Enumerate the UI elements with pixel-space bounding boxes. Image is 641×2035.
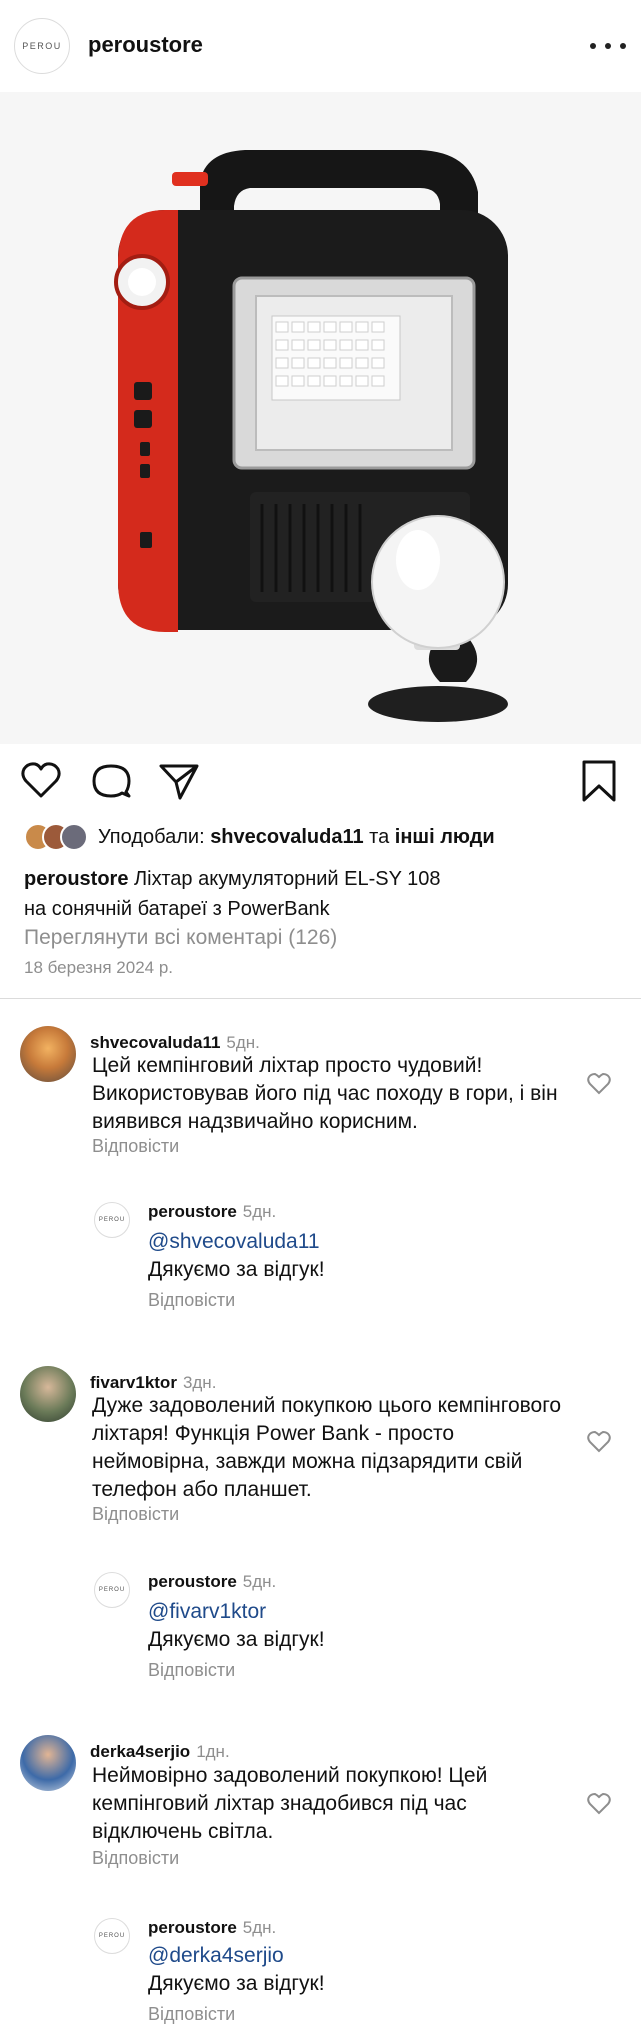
liker-avatar	[60, 823, 88, 851]
reply-text: Дякуємо за відгук!	[148, 1972, 325, 1995]
reply-text: Дякуємо за відгук!	[148, 1258, 325, 1281]
reply-button[interactable]: Відповісти	[92, 1504, 179, 1525]
comment-icon[interactable]	[88, 758, 134, 804]
comment-username-text[interactable]: shvecovaluda11	[90, 1033, 220, 1052]
likes-summary[interactable]: Уподобали: shvecovaluda11 та інші люди	[24, 822, 495, 852]
reply-time: 5дн.	[242, 1572, 277, 1591]
reply-mention[interactable]: @shvecovaluda11	[148, 1228, 320, 1256]
reply-avatar-logo: PEROU	[98, 1217, 126, 1223]
more-horizontal-icon[interactable]	[590, 34, 626, 58]
header-username[interactable]: peroustore	[88, 32, 203, 58]
post-date: 18 березня 2024 р.	[24, 958, 173, 977]
store-avatar[interactable]: PEROU	[14, 18, 70, 74]
reply-avatar-logo: PEROU	[98, 1587, 126, 1593]
reply-avatar[interactable]: PEROU	[94, 1918, 130, 1954]
comment-username[interactable]: derka4serjio 1дн.	[90, 1742, 230, 1762]
view-all-comments-link[interactable]: Переглянути всі коментарі (126)	[24, 926, 337, 950]
reply-avatar-logo: PEROU	[98, 1933, 126, 1939]
send-icon[interactable]	[156, 758, 202, 804]
comment-username[interactable]: shvecovaluda11 5дн.	[90, 1033, 260, 1053]
comment-time: 1дн.	[196, 1742, 230, 1761]
comment-time: 5дн.	[226, 1033, 260, 1052]
reply-text: Дякуємо за відгук!	[148, 1628, 325, 1651]
comment-username[interactable]: fivarv1ktor 3дн.	[90, 1373, 216, 1393]
comment-avatar[interactable]	[20, 1026, 76, 1082]
reply-username-text[interactable]: peroustore	[148, 1572, 237, 1591]
comment-text: Цей кемпінговий ліхтар просто чудовий! В…	[92, 1054, 558, 1133]
reply-username[interactable]: peroustore 5дн.	[148, 1202, 276, 1222]
caption-text-line2: на сонячній батареї з PowerBank	[24, 898, 330, 920]
reply-button[interactable]: Відповісти	[148, 2004, 235, 2025]
comment-text: Неймовірно задоволений покупкою! Цей кем…	[92, 1764, 488, 1843]
reply-time: 5дн.	[242, 1202, 277, 1221]
reply-time: 5дн.	[242, 1918, 277, 1937]
post-header: PEROU peroustore	[0, 0, 641, 92]
comment-like-heart-icon[interactable]	[586, 1430, 612, 1454]
comment-text: Дуже задоволений покупкою цього кемпінго…	[92, 1394, 562, 1501]
caption-text-line1: Ліхтар акумуляторний EL-SY 108	[128, 868, 441, 890]
heart-icon[interactable]	[18, 758, 64, 804]
likes-joiner: та	[363, 825, 395, 848]
post-caption: peroustore Ліхтар акумуляторний EL-SY 10…	[24, 864, 624, 924]
comment-username-text[interactable]: derka4serjio	[90, 1742, 190, 1761]
liker-avatars	[24, 823, 94, 851]
divider	[0, 998, 641, 999]
reply-mention[interactable]: @fivarv1ktor	[148, 1598, 266, 1626]
likes-others[interactable]: інші люди	[395, 826, 495, 848]
comment-time: 3дн.	[182, 1373, 217, 1392]
comment-like-heart-icon[interactable]	[586, 1072, 612, 1096]
reply-button[interactable]: Відповісти	[148, 1290, 235, 1311]
store-logo-text: PEROU	[22, 41, 62, 51]
post-actions	[0, 752, 641, 808]
comment-avatar[interactable]	[20, 1735, 76, 1791]
bookmark-icon[interactable]	[576, 758, 622, 804]
reply-button[interactable]: Відповісти	[92, 1848, 179, 1869]
likes-prefix: Уподобали:	[98, 825, 211, 848]
reply-username[interactable]: peroustore 5дн.	[148, 1572, 276, 1592]
likes-text: Уподобали: shvecovaluda11 та інші люди	[98, 826, 495, 849]
reply-avatar[interactable]: PEROU	[94, 1572, 130, 1608]
comment-like-heart-icon[interactable]	[586, 1792, 612, 1816]
comment-username-text[interactable]: fivarv1ktor	[90, 1373, 177, 1392]
reply-avatar[interactable]: PEROU	[94, 1202, 130, 1238]
lantern-illustration	[0, 92, 641, 744]
reply-mention[interactable]: @derka4serjio	[148, 1942, 284, 1970]
reply-button[interactable]: Відповісти	[92, 1136, 179, 1157]
reply-button[interactable]: Відповісти	[148, 1660, 235, 1681]
reply-username-text[interactable]: peroustore	[148, 1918, 237, 1937]
product-photo[interactable]	[0, 92, 641, 744]
comment-avatar[interactable]	[20, 1366, 76, 1422]
reply-username-text[interactable]: peroustore	[148, 1202, 237, 1221]
liker-username[interactable]: shvecovaluda11	[210, 826, 363, 848]
reply-username[interactable]: peroustore 5дн.	[148, 1918, 276, 1938]
caption-username[interactable]: peroustore	[24, 868, 128, 890]
